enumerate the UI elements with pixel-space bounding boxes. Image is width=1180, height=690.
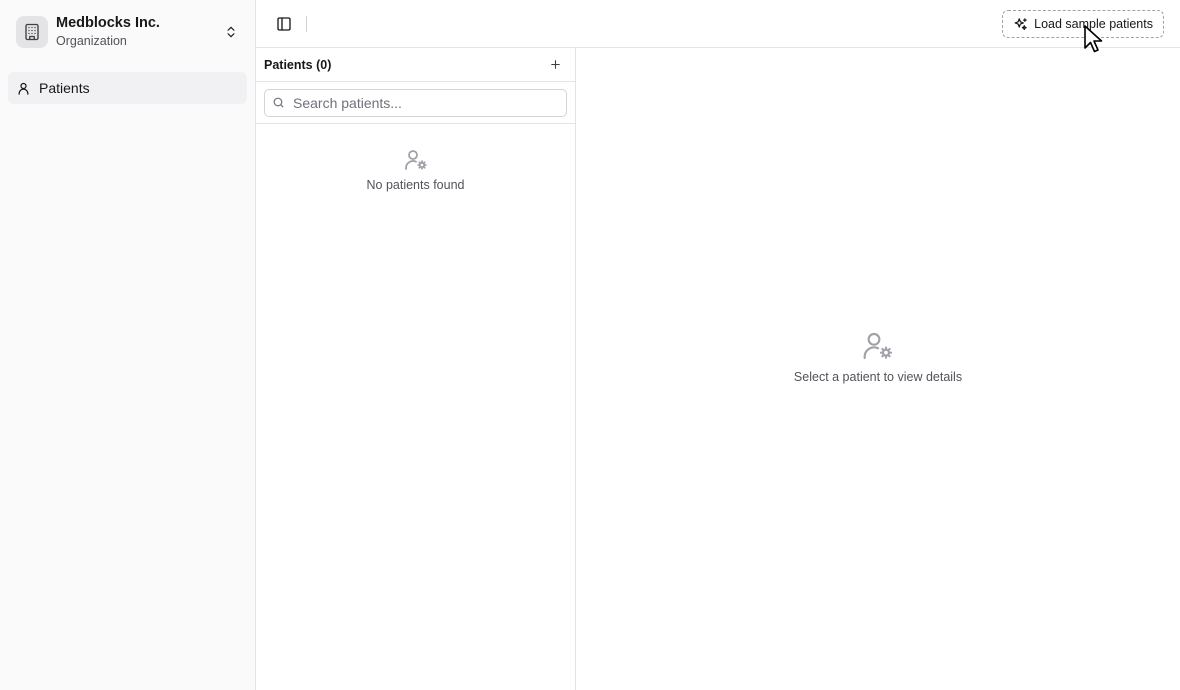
plus-icon xyxy=(549,58,562,71)
main-area: Load sample patients Patients (0) Search… xyxy=(256,0,1180,690)
org-switcher[interactable]: Medblocks Inc. Organization xyxy=(8,8,247,56)
user-cog-icon xyxy=(862,330,894,362)
toolbar-divider xyxy=(306,15,307,32)
user-icon xyxy=(16,81,31,96)
add-patient-button[interactable] xyxy=(547,57,563,73)
select-patient-text: Select a patient to view details xyxy=(793,370,963,384)
patients-list-header: Patients (0) xyxy=(256,48,575,82)
patients-list-title: Patients (0) xyxy=(264,57,332,72)
load-sample-patients-button[interactable]: Load sample patients xyxy=(1002,10,1164,38)
search-bar xyxy=(256,82,575,124)
patient-detail-panel: Select a patient to view details xyxy=(576,48,1180,690)
building-icon xyxy=(16,16,48,48)
patients-list-panel: Patients (0) Search patients... No patie… xyxy=(256,48,576,690)
topbar: Load sample patients xyxy=(256,0,1180,48)
search-box xyxy=(264,88,567,117)
sidebar-toggle-button[interactable] xyxy=(270,10,298,38)
panel-left-icon xyxy=(276,16,292,32)
org-name: Medblocks Inc. xyxy=(56,15,160,32)
no-patients-text: No patients found xyxy=(366,178,465,192)
load-sample-patients-label: Load sample patients xyxy=(1034,17,1153,31)
search-input[interactable] xyxy=(264,88,567,117)
search-icon xyxy=(272,96,286,110)
chevrons-up-down-icon xyxy=(223,24,239,40)
sparkles-icon xyxy=(1013,17,1028,32)
sidebar-item-label: Patients xyxy=(39,80,90,96)
content-area: Patients (0) Search patients... No patie… xyxy=(256,48,1180,690)
patients-empty-state: No patients found xyxy=(256,124,575,192)
app-root: Medblocks Inc. Organization Patients Loa… xyxy=(0,0,1180,690)
sidebar-item-patients[interactable]: Patients xyxy=(8,72,247,104)
sidebar: Medblocks Inc. Organization Patients xyxy=(0,0,256,690)
org-text: Medblocks Inc. Organization xyxy=(56,15,223,48)
org-subtitle: Organization xyxy=(56,33,127,48)
sidebar-nav: Patients xyxy=(8,72,247,104)
user-cog-icon xyxy=(404,148,428,172)
